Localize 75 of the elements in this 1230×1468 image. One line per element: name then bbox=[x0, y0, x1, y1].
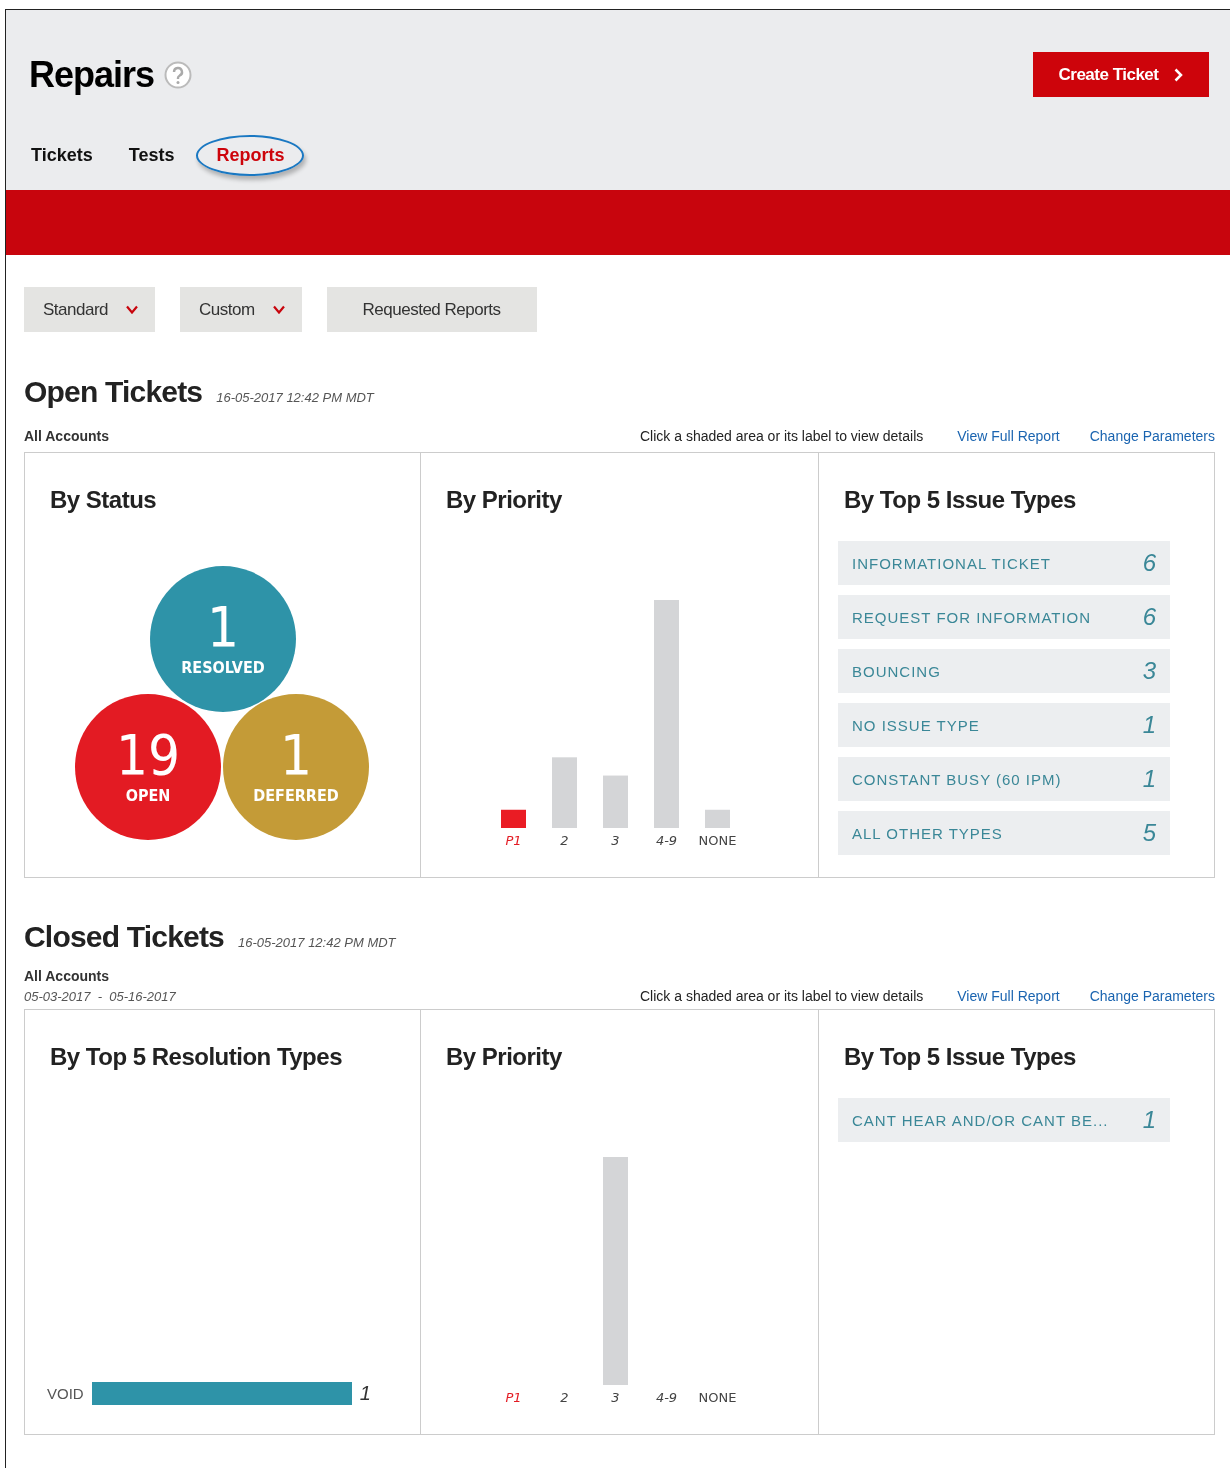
status-bubble[interactable]: 19 OPEN bbox=[75, 694, 221, 840]
panel-title: By Status bbox=[50, 486, 157, 514]
issue-type-row[interactable]: REQUEST FOR INFORMATION 6 bbox=[838, 595, 1170, 639]
issue-type-row[interactable]: CONSTANT BUSY (60 IPM) 1 bbox=[838, 757, 1170, 801]
page-title: Repairs bbox=[29, 53, 155, 96]
resolution-label: VOID bbox=[47, 1385, 84, 1402]
issue-type-row[interactable]: NO ISSUE TYPE 1 bbox=[838, 703, 1170, 747]
section-title: Closed Tickets bbox=[24, 920, 224, 954]
status-label: DEFERRED bbox=[253, 785, 339, 805]
hint-text: Click a shaded area or its label to view details bbox=[640, 428, 924, 444]
panel-title: By Top 5 Issue Types bbox=[844, 486, 1076, 514]
issue-label: BOUNCING bbox=[852, 662, 941, 680]
date-range: 05-03-2017 - 05-16-2017 bbox=[24, 989, 176, 1004]
create-ticket-button[interactable]: Create Ticket bbox=[1033, 52, 1209, 97]
hint-text: Click a shaded area or its label to view details bbox=[640, 988, 924, 1004]
status-label: OPEN bbox=[125, 785, 171, 805]
report-link[interactable]: View Full Report bbox=[957, 428, 1060, 444]
dropdown-button[interactable]: Custom bbox=[180, 287, 302, 332]
issue-label: ALL OTHER TYPES bbox=[852, 824, 1003, 842]
panel-title: By Priority bbox=[446, 1043, 562, 1071]
account-scope: All Accounts bbox=[24, 968, 111, 984]
axis-label[interactable]: NONE bbox=[698, 833, 737, 848]
chevron-icon bbox=[1174, 67, 1184, 82]
panel-title: By Priority bbox=[446, 486, 562, 514]
dropdown-button[interactable]: Standard bbox=[24, 287, 155, 332]
status-label: RESOLVED bbox=[181, 657, 265, 677]
status-count: 1 bbox=[279, 729, 312, 780]
report-link[interactable]: Change Parameters bbox=[1089, 988, 1215, 1004]
issue-label: NO ISSUE TYPE bbox=[852, 716, 980, 734]
axis-label[interactable]: 4-9 bbox=[655, 1390, 678, 1405]
issue-count: 1 bbox=[1142, 765, 1156, 793]
issue-type-row[interactable]: ALL OTHER TYPES 5 bbox=[838, 811, 1170, 855]
report-link[interactable]: View Full Report bbox=[957, 988, 1060, 1004]
issue-label: REQUEST FOR INFORMATION bbox=[852, 608, 1092, 626]
timestamp: 16-05-2017 12:42 PM MDT bbox=[238, 935, 396, 950]
issue-type-row[interactable]: CANT HEAR AND/OR CANT BE... 1 bbox=[838, 1098, 1170, 1142]
axis-label[interactable]: 2 bbox=[560, 833, 569, 848]
axis-label[interactable]: P1 bbox=[505, 833, 522, 848]
timestamp: 16-05-2017 12:42 PM MDT bbox=[216, 390, 374, 405]
status-count: 19 bbox=[115, 729, 181, 780]
tab[interactable]: Tests bbox=[114, 135, 189, 176]
caret-icon bbox=[126, 305, 138, 314]
issue-count: 1 bbox=[1142, 1106, 1156, 1134]
status-count: 1 bbox=[206, 601, 239, 652]
help-icon[interactable] bbox=[164, 60, 193, 89]
axis-label[interactable]: 3 bbox=[611, 1390, 620, 1405]
issue-label: INFORMATIONAL TICKET bbox=[852, 554, 1051, 572]
issue-count: 6 bbox=[1142, 603, 1156, 631]
resolution-bar[interactable] bbox=[91, 1382, 352, 1405]
axis-label[interactable]: 2 bbox=[560, 1390, 569, 1405]
issue-count: 5 bbox=[1142, 819, 1156, 847]
bar[interactable] bbox=[705, 809, 730, 828]
axis-label[interactable]: 4-9 bbox=[655, 833, 678, 848]
issue-type-row[interactable]: BOUNCING 3 bbox=[838, 649, 1170, 693]
menu-button[interactable]: Requested Reports bbox=[326, 287, 537, 332]
panel-title: By Top 5 Resolution Types bbox=[50, 1043, 342, 1071]
axis-label[interactable]: NONE bbox=[698, 1390, 737, 1405]
bar[interactable] bbox=[501, 809, 526, 828]
issue-count: 1 bbox=[1142, 711, 1156, 739]
axis-label[interactable]: P1 bbox=[505, 1390, 522, 1405]
report-link[interactable]: Change Parameters bbox=[1089, 428, 1215, 444]
issue-label: CONSTANT BUSY (60 IPM) bbox=[852, 770, 1062, 788]
issue-count: 6 bbox=[1142, 549, 1156, 577]
status-bubble[interactable]: 1 RESOLVED bbox=[150, 566, 296, 712]
panel-title: By Top 5 Issue Types bbox=[844, 1043, 1076, 1071]
issue-label: CANT HEAR AND/OR CANT BE... bbox=[852, 1111, 1109, 1129]
tab[interactable]: Reports bbox=[196, 135, 305, 176]
section-title: Open Tickets bbox=[24, 375, 203, 409]
issue-count: 3 bbox=[1142, 657, 1156, 685]
caret-icon bbox=[272, 305, 285, 314]
axis-label[interactable]: 3 bbox=[611, 833, 620, 848]
resolution-count: 1 bbox=[359, 1382, 371, 1405]
issue-type-row[interactable]: INFORMATIONAL TICKET 6 bbox=[838, 541, 1170, 585]
account-scope: All Accounts bbox=[24, 428, 110, 444]
tab[interactable]: Tickets bbox=[29, 135, 107, 176]
